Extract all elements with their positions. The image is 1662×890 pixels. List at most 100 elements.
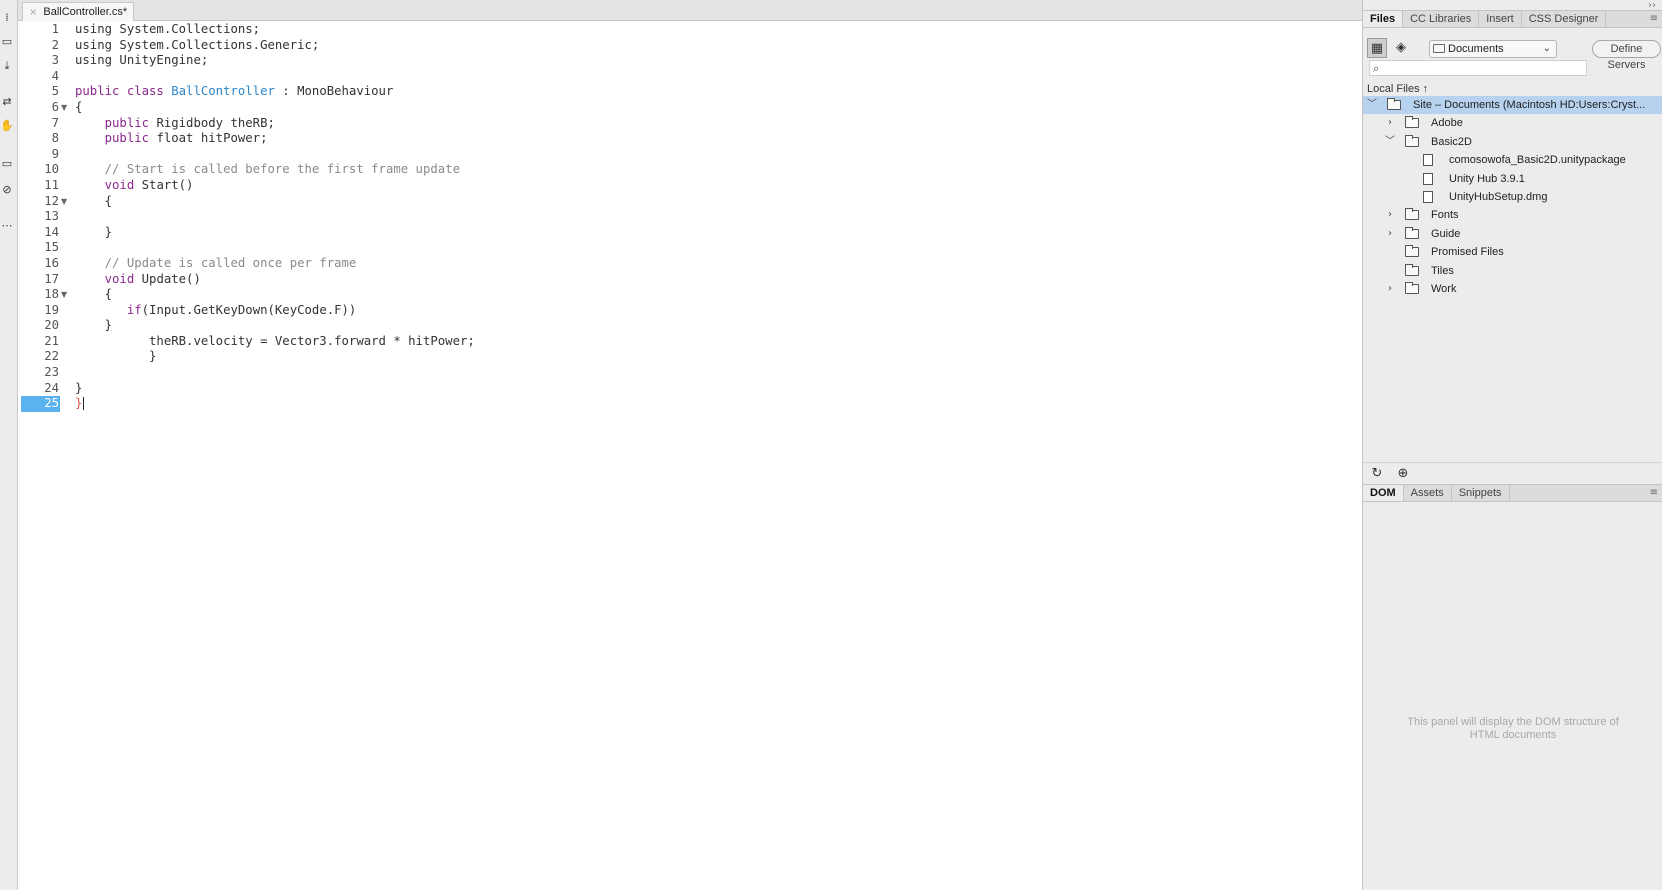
code-text: } [75,381,82,397]
tree-folder-item[interactable]: › Fonts [1363,206,1662,224]
line-number: 5 [51,84,59,99]
line-number: 7 [51,115,59,130]
block-icon[interactable]: ⊘ [0,182,14,198]
chevron-down-icon[interactable]: ﹀ [1367,96,1377,114]
tab-insert[interactable]: Insert [1479,11,1522,27]
code-line[interactable]: 8 public float hitPower; [18,131,1362,147]
folder-icon [1387,98,1401,110]
document-tab[interactable]: × BallController.cs* [22,2,135,21]
code-token: (Input.GetKeyDown(KeyCode.F)) [141,302,357,317]
tree-folder-item[interactable]: › Work [1363,280,1662,298]
code-line[interactable]: 3 using UnityEngine; [18,53,1362,69]
tab-cc-libraries[interactable]: CC Libraries [1403,11,1480,27]
chevron-right-icon[interactable]: › [1385,280,1395,298]
tree-item-label: Site – Documents (Macintosh HD:Users:Cry… [1413,99,1646,111]
tree-folder-item[interactable]: ﹀ Basic2D [1363,133,1662,151]
panel-menu-icon[interactable]: ≡ [1650,13,1658,24]
code-line[interactable]: 11 void Start() [18,178,1362,194]
tab-css-designer[interactable]: CSS Designer [1522,11,1607,27]
code-line[interactable]: 13 [18,209,1362,225]
download-icon[interactable]: ⤓ [0,58,14,74]
file-search-input[interactable]: ⌕ [1369,60,1587,76]
site-select-value: Documents [1448,43,1504,55]
tree-folder-item[interactable]: Promised Files [1363,243,1662,261]
chevron-right-icon[interactable]: › [1385,206,1395,224]
code-line[interactable]: 5 public class BallController : MonoBehav… [18,84,1362,100]
file-icon[interactable]: ▭ [0,34,14,50]
code-line[interactable]: 15 [18,240,1362,256]
folder-icon [1405,134,1419,147]
code-line[interactable]: 9 [18,147,1362,163]
code-line[interactable]: 18 ▼ { [18,287,1362,303]
define-servers-button[interactable]: Define Servers [1592,40,1661,71]
tree-folder-item[interactable]: › Guide [1363,225,1662,243]
line-number: 20 [44,318,59,333]
code-line[interactable]: 20 } [18,318,1362,334]
code-line[interactable]: 25} [18,396,1362,412]
code-line[interactable]: 14 } [18,225,1362,241]
code-text: } [75,318,112,334]
code-line[interactable]: 7 public Rigidbody theRB; [18,116,1362,132]
chevron-down-icon[interactable]: ﹀ [1385,133,1395,151]
tab-assets[interactable]: Assets [1404,485,1452,501]
code-token: public [75,115,157,130]
swap-icon[interactable]: ⇄ [0,94,14,110]
local-files-label[interactable]: Local Files ↑ [1367,83,1428,95]
sync-globe-icon[interactable]: ⊕ [1393,464,1413,484]
code-line[interactable]: 6 ▼{ [18,100,1362,116]
line-number: 17 [44,271,59,286]
code-line[interactable]: 19 if(Input.GetKeyDown(KeyCode.F)) [18,303,1362,319]
code-line[interactable]: 10 // Start is called before the first f… [18,162,1362,178]
folder-icon [1433,44,1445,53]
tree-folder-item[interactable]: ﹀ Site – Documents (Macintosh HD:Users:Cr… [1363,96,1662,115]
code-line[interactable]: 16 // Update is called once per frame [18,256,1362,272]
code-line[interactable]: 22 } [18,349,1362,365]
code-line[interactable]: 2 using System.Collections.Generic; [18,38,1362,54]
chevron-right-icon[interactable]: › [1385,114,1395,132]
chevron-right-icon[interactable]: › [1385,225,1395,243]
fold-toggle-icon[interactable]: ▼ [61,100,71,116]
code-token: public class [75,84,172,99]
code-token: } [75,349,157,364]
tree-item-label: Guide [1431,227,1461,240]
code-line[interactable]: 12 ▼ { [18,194,1362,210]
comment-icon[interactable]: ▭ [0,156,14,172]
code-line[interactable]: 4 [18,69,1362,85]
close-tab-icon[interactable]: × [29,7,37,18]
code-area[interactable]: 1 using System.Collections; 2 using System.… [18,22,1362,412]
hand-icon[interactable]: ✋ [0,118,14,134]
file-icon [1423,154,1433,167]
git-icon[interactable]: ◈ [1391,38,1411,58]
folder-icon [1405,281,1419,294]
tab-snippets[interactable]: Snippets [1452,485,1510,501]
file-icon [1423,172,1433,185]
code-text: public class BallController : MonoBehavi… [75,84,393,100]
line-number: 4 [51,68,59,83]
code-line[interactable]: 24} [18,381,1362,397]
chevron-down-icon: ⌄ [1542,43,1551,54]
fold-toggle-icon[interactable]: ▼ [61,287,71,303]
more-icon[interactable]: ⋯ [0,218,14,234]
tab-files[interactable]: Files [1363,11,1404,27]
tree-folder-item[interactable]: › Adobe [1363,114,1662,132]
dom-panel-menu-icon[interactable]: ≡ [1650,487,1658,498]
refresh-icon[interactable]: ↻ [1367,464,1387,484]
code-line[interactable]: 23 [18,365,1362,381]
code-line[interactable]: 21 theRB.velocity = Vector3.forward * hi… [18,334,1362,350]
tab-dom[interactable]: DOM [1363,485,1404,501]
tree-item-label: Adobe [1431,117,1463,130]
file-tree[interactable]: ﹀ Site – Documents (Macintosh HD:Users:Cr… [1363,96,1662,298]
fold-toggle-icon[interactable]: ▼ [61,194,71,210]
code-text: { [75,287,112,303]
line-number: 16 [44,255,59,270]
tree-file-item[interactable]: UnityHubSetup.dmg [1363,188,1662,206]
code-editor[interactable]: × BallController.cs* 1 using System.Colle… [18,0,1362,890]
tree-file-item[interactable]: comosowofa_Basic2D.unitypackage [1363,151,1662,169]
site-connect-icon[interactable]: ▦ [1367,38,1387,58]
code-line[interactable]: 1 using System.Collections; [18,22,1362,38]
site-select[interactable]: Documents ⌄ [1429,40,1557,58]
tree-file-item[interactable]: Unity Hub 3.9.1 [1363,170,1662,188]
code-token: void [75,271,142,286]
code-line[interactable]: 17 void Update() [18,272,1362,288]
tree-folder-item[interactable]: Tiles [1363,262,1662,280]
